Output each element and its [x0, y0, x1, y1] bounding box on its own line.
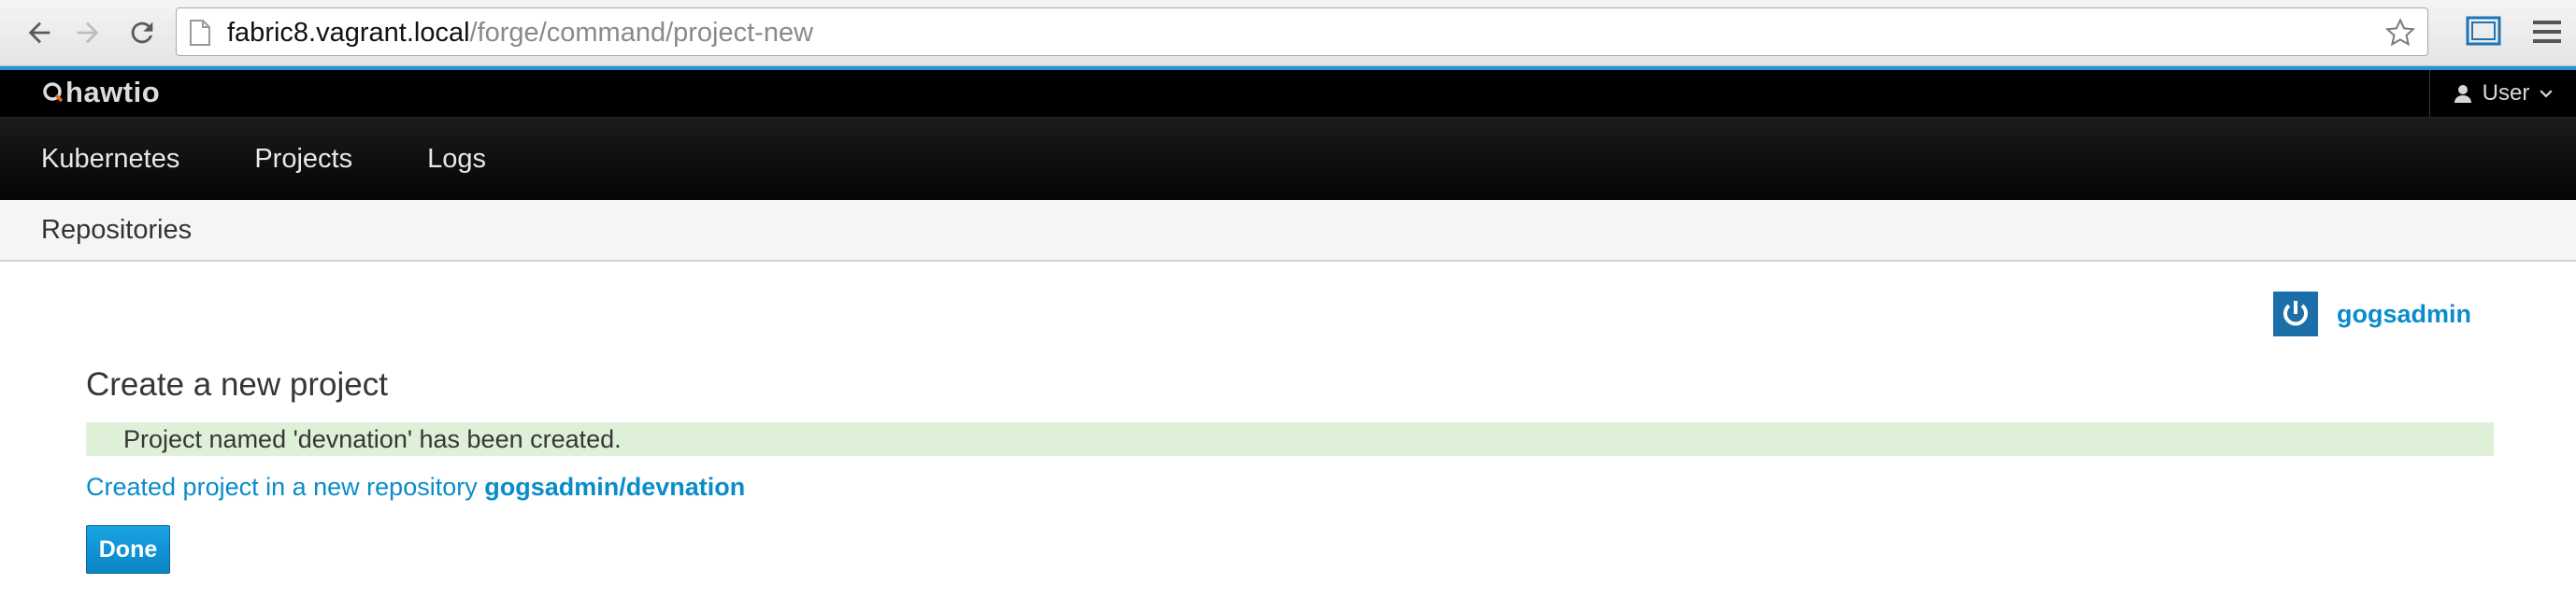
sub-nav-item-repositories[interactable]: Repositories	[41, 215, 192, 246]
nav-item-logs[interactable]: Logs	[386, 144, 486, 175]
cast-icon[interactable]	[2465, 14, 2502, 50]
hawtio-logo[interactable]: hawtio	[41, 76, 160, 109]
page-title: Create a new project	[86, 366, 388, 403]
logo-mark-icon	[43, 82, 64, 103]
power-icon	[2283, 301, 2308, 326]
url-path: /forge/command/project-new	[469, 18, 814, 48]
user-menu-label: User	[2482, 80, 2530, 106]
gogs-username-link[interactable]: gogsadmin	[2337, 300, 2471, 329]
url-text[interactable]: fabric8.vagrant.local/forge/command/proj…	[227, 18, 813, 48]
success-alert: Project named 'devnation' has been creat…	[86, 422, 2494, 456]
result-prefix: Created project in a new repository	[86, 473, 478, 501]
app-topbar: hawtio User	[0, 70, 2576, 118]
repo-link[interactable]: gogsadmin/devnation	[484, 473, 745, 501]
hamburger-menu-icon[interactable]	[2531, 18, 2563, 46]
chevron-down-icon	[2540, 90, 2553, 98]
star-icon[interactable]	[2384, 17, 2416, 49]
nav-item-kubernetes[interactable]: Kubernetes	[0, 144, 179, 175]
back-button[interactable]	[19, 12, 60, 53]
gogs-user[interactable]: gogsadmin	[2273, 292, 2471, 336]
sub-nav: Repositories	[0, 200, 2576, 262]
reload-button[interactable]	[122, 12, 163, 53]
user-icon	[2454, 85, 2471, 103]
main-nav: Kubernetes Projects Logs	[0, 118, 2576, 200]
done-button[interactable]: Done	[86, 525, 170, 574]
logo-text: hawtio	[65, 76, 161, 108]
user-menu[interactable]: User	[2429, 70, 2576, 117]
url-host: fabric8.vagrant.local	[227, 18, 470, 48]
forward-button[interactable]	[67, 12, 108, 53]
arrow-right-icon	[77, 21, 99, 44]
avatar[interactable]	[2273, 292, 2318, 336]
result-message: Created project in a new repository gogs…	[86, 473, 745, 502]
main-content: gogsadmin Create a new project Project n…	[0, 262, 2576, 613]
nav-item-projects[interactable]: Projects	[213, 144, 352, 175]
page-icon	[190, 20, 210, 46]
arrow-left-icon	[28, 21, 50, 44]
address-bar[interactable]: fabric8.vagrant.local/forge/command/proj…	[176, 7, 2428, 56]
browser-toolbar: fabric8.vagrant.local/forge/command/proj…	[0, 0, 2576, 66]
reload-icon	[131, 21, 153, 44]
